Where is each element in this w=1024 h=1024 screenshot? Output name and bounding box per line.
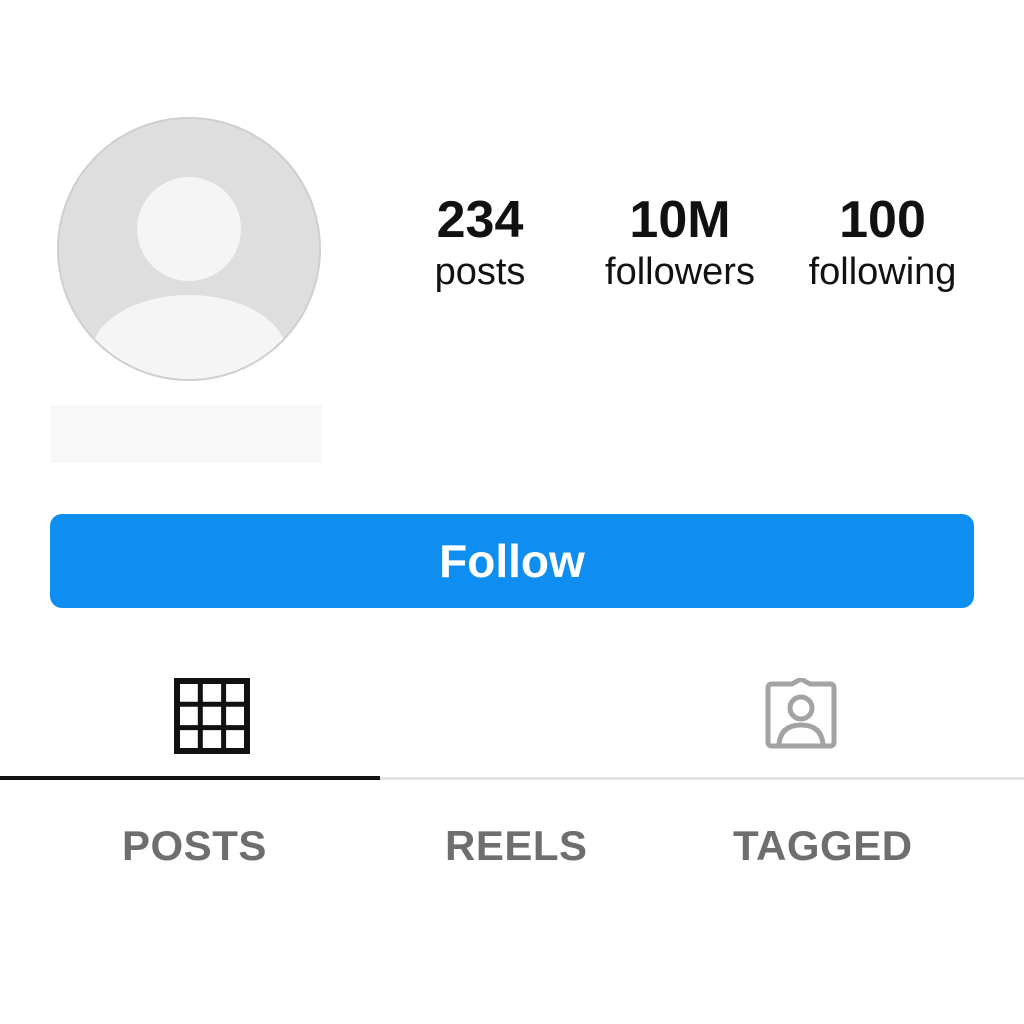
avatar-body-placeholder [91,295,287,379]
tab-posts[interactable]: POSTS [122,822,267,870]
stat-followers-label: followers [605,251,755,293]
username-placeholder [50,405,322,463]
active-tab-indicator [0,776,380,780]
tab-reels[interactable]: REELS [445,822,588,870]
grid-icon[interactable] [174,678,250,754]
avatar-head-placeholder [137,177,241,281]
stat-followers[interactable]: 10M followers [590,190,770,294]
follow-button[interactable]: Follow [50,514,974,608]
tab-tagged[interactable]: TAGGED [733,822,913,870]
avatar[interactable] [57,117,321,381]
stat-posts[interactable]: 234 posts [420,190,540,294]
stat-following[interactable]: 100 following [795,190,970,294]
tagged-person-icon[interactable] [764,678,838,752]
stat-posts-value: 234 [436,191,524,249]
stat-posts-label: posts [434,251,526,293]
stat-following-value: 100 [839,191,926,249]
stat-following-label: following [808,251,957,293]
stat-followers-value: 10M [629,191,731,249]
